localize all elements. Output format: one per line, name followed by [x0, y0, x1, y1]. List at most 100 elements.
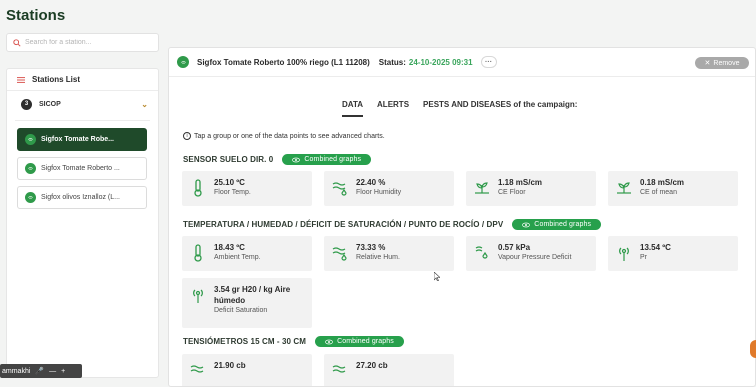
humidity-icon — [332, 365, 346, 373]
user-status-bar[interactable]: ammakhi 🎤 — + — [0, 364, 82, 378]
card-value: 21.90 cb — [214, 361, 246, 370]
info-icon: i — [183, 132, 191, 140]
card-label: Relative Hum. — [356, 254, 400, 261]
stations-list-panel: Stations List 3 SICOP ⌄ — [6, 68, 159, 378]
hint-text: i Tap a group or one of the data points … — [183, 132, 385, 140]
tab-pests[interactable]: PESTS AND DISEASES of the campaign: — [423, 100, 577, 117]
card-value: 18.43 ºC — [214, 243, 245, 252]
card-value: 0.57 kPa — [498, 243, 531, 252]
group-count-badge: 3 — [21, 98, 32, 110]
combined-graphs-button[interactable]: Combined graphs — [315, 336, 404, 347]
mouse-cursor-icon — [434, 272, 440, 281]
section-title-label: SENSOR SUELO DIR. 0 — [183, 155, 274, 164]
data-card-tensiometer-2[interactable]: 27.20 cb — [324, 354, 454, 386]
card-value: 3.54 gr H20 / kg Aire húmedo — [214, 285, 291, 305]
section-title-soil[interactable]: SENSOR SUELO DIR. 0 Combined graphs — [183, 154, 372, 165]
data-card-floor-temp[interactable]: 25.10 ºC Floor Temp. — [182, 171, 312, 206]
plant-icon — [617, 182, 631, 194]
combined-graphs-label: Combined graphs — [337, 338, 394, 345]
tab-alerts[interactable]: ALERTS — [377, 100, 409, 117]
group-name: SICOP — [39, 100, 61, 108]
username: ammakhi — [2, 367, 31, 375]
station-item-1[interactable]: Sigfox Tomate Robe... — [17, 128, 147, 151]
remove-label: Remove — [713, 59, 740, 67]
minimize-icon[interactable]: — — [49, 368, 56, 375]
station-item-label: Sigfox Tomate Robe... — [41, 136, 114, 143]
wifi-icon — [25, 134, 36, 145]
data-card-floor-humidity[interactable]: 22.40 % Floor Humidity — [324, 171, 454, 206]
wifi-icon — [177, 56, 189, 68]
antenna-icon — [193, 289, 203, 303]
card-label: Ambient Temp. — [214, 254, 261, 261]
data-card-deficit-saturation[interactable]: 3.54 gr H20 / kg Aire húmedo Deficit Satu… — [182, 278, 312, 328]
station-detail-panel: Sigfox Tomate Roberto 100% riego (L1 112… — [168, 47, 756, 387]
microphone-icon[interactable]: 🎤 — [35, 367, 44, 375]
thermometer-icon — [194, 179, 202, 197]
station-item-label: Sigfox Tomate Roberto ... — [41, 165, 120, 172]
remove-button[interactable]: ✕ Remove — [695, 57, 749, 69]
list-icon — [17, 76, 25, 83]
humidity-icon — [332, 247, 347, 261]
card-label: Vapour Pressure Deficit — [498, 254, 572, 261]
vapour-icon — [475, 246, 488, 259]
close-icon: ✕ — [704, 60, 711, 67]
stations-list-header: Stations List — [7, 69, 158, 91]
page-title: Stations — [6, 7, 66, 24]
data-card-ambient-temp[interactable]: 18.43 ºC Ambient Temp. — [182, 236, 312, 271]
plus-icon[interactable]: + — [61, 368, 65, 375]
card-value: 22.40 % — [356, 178, 386, 187]
status-label: Status: — [378, 57, 406, 67]
card-label: Deficit Saturation — [214, 307, 268, 314]
section-title-label: TEMPERATURA / HUMEDAD / DÉFICIT DE SATUR… — [183, 220, 504, 229]
help-widget-button[interactable] — [750, 340, 756, 358]
antenna-icon — [619, 247, 629, 261]
station-item-2[interactable]: Sigfox Tomate Roberto ... — [17, 157, 147, 180]
humidity-icon — [190, 365, 204, 373]
combined-graphs-button[interactable]: Combined graphs — [512, 219, 602, 230]
station-item-label: Sigfox olivos Iznalloz (L... — [41, 194, 120, 201]
card-value: 1.18 mS/cm — [498, 178, 543, 187]
eye-icon — [522, 222, 531, 227]
card-value: 25.10 ºC — [214, 178, 245, 187]
card-label: Floor Temp. — [214, 189, 251, 196]
section-title-temperature[interactable]: TEMPERATURA / HUMEDAD / DÉFICIT DE SATUR… — [183, 219, 602, 230]
hint-label: Tap a group or one of the data points to… — [194, 132, 385, 140]
card-label: CE of mean — [640, 189, 677, 196]
thermometer-icon — [194, 244, 202, 262]
station-name: Sigfox Tomate Roberto 100% riego (L1 112… — [197, 57, 370, 67]
card-value: 0.18 mS/cm — [640, 178, 685, 187]
plant-icon — [475, 182, 489, 194]
search-icon — [13, 38, 21, 47]
card-value: 13.54 ºC — [640, 243, 671, 252]
divider — [15, 120, 150, 121]
humidity-icon — [332, 182, 347, 196]
section-title-tensiometers[interactable]: TENSIÓMETROS 15 CM - 30 CM Combined grap… — [183, 336, 404, 347]
data-card-tensiometer-1[interactable]: 21.90 cb — [182, 354, 312, 386]
stations-page: Stations Stations List 3 SICOP ⌄ Sigfox … — [0, 0, 756, 387]
group-sicop[interactable]: 3 SICOP ⌄ — [7, 91, 158, 117]
card-label: Pr — [640, 254, 647, 261]
data-card-relative-hum[interactable]: 73.33 % Relative Hum. — [324, 236, 454, 271]
combined-graphs-label: Combined graphs — [534, 221, 592, 228]
data-card-ce-floor[interactable]: 1.18 mS/cm CE Floor — [466, 171, 596, 206]
card-label: CE Floor — [498, 189, 526, 196]
more-options-button[interactable]: ··· — [480, 56, 497, 68]
station-header: Sigfox Tomate Roberto 100% riego (L1 112… — [169, 48, 755, 77]
station-search[interactable] — [6, 33, 159, 52]
card-value: 27.20 cb — [356, 361, 388, 370]
card-label: Floor Humidity — [356, 189, 402, 196]
data-card-ce-mean[interactable]: 0.18 mS/cm CE of mean — [608, 171, 738, 206]
section-title-label: TENSIÓMETROS 15 CM - 30 CM — [183, 337, 307, 346]
chevron-down-icon[interactable]: ⌄ — [141, 100, 148, 109]
station-item-3[interactable]: Sigfox olivos Iznalloz (L... — [17, 186, 147, 209]
search-input[interactable] — [25, 39, 155, 46]
status-date: 24-10-2025 09:31 — [408, 57, 473, 67]
tab-data[interactable]: DATA — [342, 100, 364, 117]
data-card-pr[interactable]: 13.54 ºC Pr — [608, 236, 738, 271]
wifi-icon — [25, 192, 36, 203]
eye-icon — [292, 157, 301, 162]
card-value: 73.33 % — [356, 243, 386, 252]
wifi-icon — [25, 163, 36, 174]
combined-graphs-button[interactable]: Combined graphs — [282, 154, 372, 165]
data-card-vpd[interactable]: 0.57 kPa Vapour Pressure Deficit — [466, 236, 596, 271]
